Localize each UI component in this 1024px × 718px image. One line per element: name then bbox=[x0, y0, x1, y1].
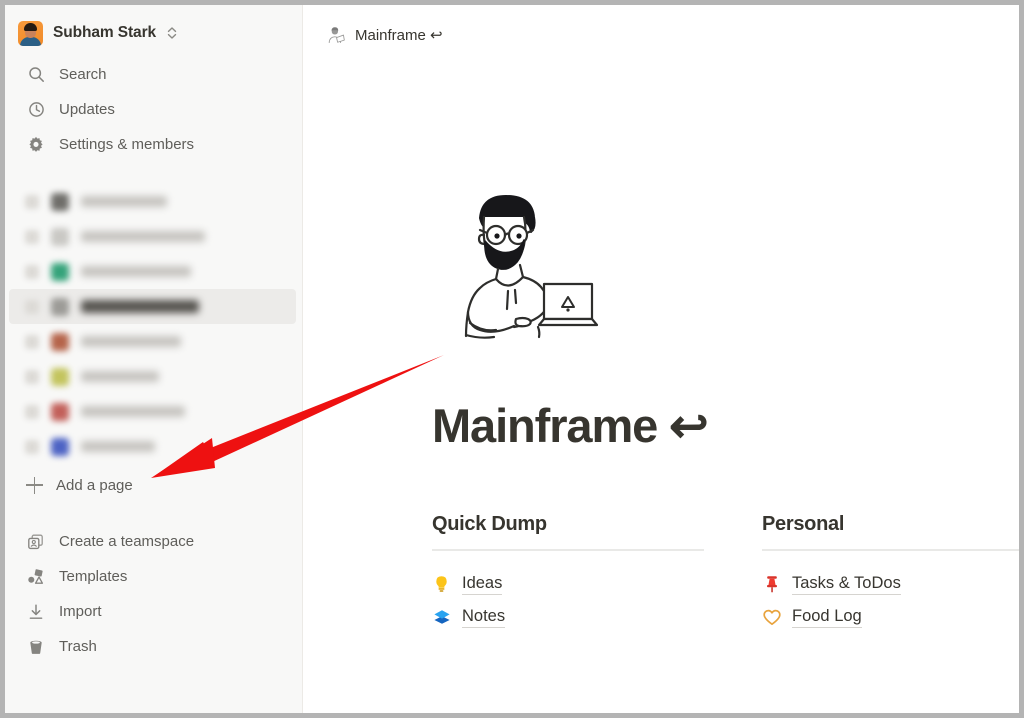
sidebar-item-label: Templates bbox=[59, 568, 128, 585]
page-title-blurred bbox=[81, 266, 191, 277]
page-title-blurred bbox=[81, 371, 159, 382]
disclosure-triangle-icon[interactable] bbox=[25, 369, 39, 384]
page-title-blurred bbox=[81, 406, 185, 417]
page-list-item[interactable] bbox=[5, 359, 302, 394]
sidebar-item-import[interactable]: Import bbox=[5, 594, 302, 629]
main-content: Mainframe ↩ Mainframe ↩ Quick Dump Ideas… bbox=[304, 5, 1019, 713]
page-link-label: Tasks & ToDos bbox=[792, 574, 901, 595]
workspace-switcher[interactable]: Subham Stark bbox=[5, 5, 302, 49]
link-columns: Quick Dump Ideas Notes Personal Tasks & … bbox=[432, 513, 1019, 634]
import-icon bbox=[27, 603, 45, 621]
sidebar-item-label: Updates bbox=[59, 101, 115, 118]
breadcrumb-label: Mainframe ↩ bbox=[355, 27, 443, 44]
sidebar-item-templates[interactable]: Templates bbox=[5, 559, 302, 594]
page-icon bbox=[51, 402, 69, 421]
page-title-blurred bbox=[81, 231, 205, 242]
page-list-item[interactable] bbox=[5, 429, 302, 464]
sidebar-item-trash[interactable]: Trash bbox=[5, 629, 302, 664]
disclosure-triangle-icon[interactable] bbox=[25, 299, 39, 314]
sidebar-item-label: Settings & members bbox=[59, 136, 195, 153]
add-page-label: Add a page bbox=[56, 476, 133, 494]
app-window: Subham Stark Search Updates Settings & m… bbox=[0, 0, 1024, 718]
disclosure-triangle-icon[interactable] bbox=[25, 404, 39, 419]
page-link-label: Food Log bbox=[792, 607, 862, 628]
plus-icon bbox=[26, 476, 43, 494]
disclosure-triangle-icon[interactable] bbox=[25, 194, 39, 209]
page-list-item-selected[interactable] bbox=[9, 289, 296, 324]
card-stack-emoji bbox=[432, 608, 451, 627]
page-link-label: Notes bbox=[462, 607, 506, 628]
page-icon bbox=[51, 262, 69, 281]
column-heading: Personal bbox=[762, 513, 845, 535]
column-heading: Quick Dump bbox=[432, 513, 547, 535]
pushpin-emoji bbox=[762, 575, 781, 594]
private-pages-list bbox=[5, 184, 302, 464]
page-icon bbox=[51, 227, 69, 246]
page-icon bbox=[51, 332, 69, 351]
page-link-tasks-todos[interactable]: Tasks & ToDos bbox=[762, 568, 1019, 601]
sidebar-item-create-teamspace[interactable]: Create a teamspace bbox=[5, 524, 302, 559]
page-icon bbox=[51, 192, 69, 211]
teamspace-icon bbox=[27, 533, 45, 551]
search-icon bbox=[27, 66, 45, 84]
column-personal: Personal Tasks & ToDos Food Log bbox=[762, 513, 1019, 634]
divider bbox=[762, 549, 1019, 551]
page-list-item[interactable] bbox=[5, 219, 302, 254]
heart-outline-emoji bbox=[762, 608, 781, 627]
page-icon bbox=[51, 437, 69, 456]
divider bbox=[432, 549, 704, 551]
page-list-item[interactable] bbox=[5, 324, 302, 359]
man-with-laptop-icon bbox=[325, 25, 346, 46]
disclosure-triangle-icon[interactable] bbox=[25, 264, 39, 279]
gear-icon bbox=[27, 136, 45, 154]
breadcrumb[interactable]: Mainframe ↩ bbox=[304, 5, 1019, 51]
trash-icon bbox=[27, 638, 45, 656]
page-title-blurred bbox=[81, 441, 155, 452]
page-link-label: Ideas bbox=[462, 574, 503, 595]
sidebar: Subham Stark Search Updates Settings & m… bbox=[5, 5, 303, 713]
chevron-up-down-icon bbox=[166, 26, 178, 40]
sidebar-item-label: Search bbox=[59, 66, 107, 83]
avatar bbox=[18, 20, 43, 46]
page-link-notes[interactable]: Notes bbox=[432, 601, 704, 634]
sidebar-item-updates[interactable]: Updates bbox=[5, 92, 302, 127]
add-page-button[interactable]: Add a page bbox=[5, 468, 302, 502]
sidebar-item-label: Create a teamspace bbox=[59, 533, 195, 550]
column-quick-dump: Quick Dump Ideas Notes bbox=[432, 513, 704, 634]
disclosure-triangle-icon[interactable] bbox=[25, 229, 39, 244]
page-title-blurred bbox=[81, 336, 181, 347]
lightbulb-emoji bbox=[432, 575, 451, 594]
sidebar-primary-nav: Search Updates Settings & members bbox=[5, 57, 302, 162]
sidebar-item-label: Import bbox=[59, 603, 102, 620]
page-title-blurred bbox=[81, 300, 199, 313]
clock-icon bbox=[27, 101, 45, 119]
workspace-name: Subham Stark bbox=[53, 24, 157, 41]
page-title-blurred bbox=[81, 196, 167, 207]
page-list-item[interactable] bbox=[5, 394, 302, 429]
page-link-food-log[interactable]: Food Log bbox=[762, 601, 1019, 634]
sidebar-item-settings[interactable]: Settings & members bbox=[5, 127, 302, 162]
page-icon bbox=[51, 297, 69, 316]
man-with-laptop-illustration bbox=[420, 183, 630, 343]
sidebar-item-label: Trash bbox=[59, 638, 97, 655]
templates-icon bbox=[27, 568, 45, 586]
disclosure-triangle-icon[interactable] bbox=[25, 334, 39, 349]
sidebar-item-search[interactable]: Search bbox=[5, 57, 302, 92]
page-list-item[interactable] bbox=[5, 254, 302, 289]
page-list-item[interactable] bbox=[5, 184, 302, 219]
page-title: Mainframe ↩ bbox=[432, 399, 709, 452]
disclosure-triangle-icon[interactable] bbox=[25, 439, 39, 454]
sidebar-bottom-nav: Create a teamspace Templates Import Tras… bbox=[5, 524, 302, 664]
page-link-ideas[interactable]: Ideas bbox=[432, 568, 704, 601]
page-icon bbox=[51, 367, 69, 386]
